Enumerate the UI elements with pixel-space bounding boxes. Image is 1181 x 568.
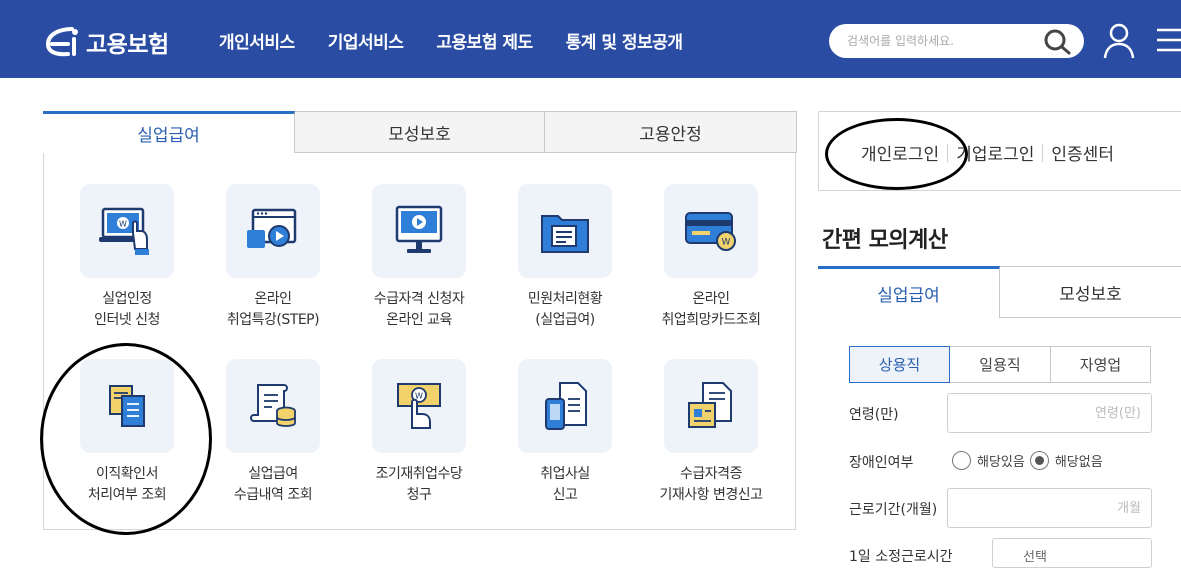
card-icon: W (685, 212, 736, 251)
disability-label: 장애인여부 (849, 455, 914, 471)
service-icon-box (664, 359, 758, 453)
phone-document-icon (545, 382, 587, 430)
service-label-line1: 이직확인서 (96, 466, 158, 482)
certificate-center-link[interactable]: 인증센터 (1051, 140, 1114, 165)
service-item-resignation-confirmation[interactable]: 이직확인서처리여부 조회 (54, 359, 200, 506)
search-icon[interactable] (1040, 27, 1076, 55)
service-label-line1: 실업인정 (102, 291, 152, 307)
service-label-line2: 취업희망카드조회 (661, 312, 761, 328)
service-label-line1: 온라인 (254, 291, 292, 307)
document-change-icon (688, 382, 732, 428)
nav-business-service[interactable]: 기업서비스 (328, 28, 404, 53)
service-item-online-step[interactable]: 온라인취업특강(STEP) (200, 184, 346, 331)
service-label-line1: 수급자격증 (680, 466, 742, 482)
service-icon-box: W (664, 184, 758, 278)
service-icon-box (226, 184, 320, 278)
service-label-line2: (실업급여) (535, 312, 595, 328)
logo-text: 고용보험 (86, 32, 169, 58)
top-header: 고용보험 개인서비스 기업서비스 고용보험 제도 통계 및 정보공개 (0, 0, 1181, 78)
service-item-early-reemployment[interactable]: W 조기재취업수당청구 (346, 359, 492, 506)
service-item-certificate-change[interactable]: 수급자격증기재사항 변경신고 (638, 359, 784, 506)
logo-icon (45, 27, 78, 57)
service-label-line2: 처리여부 조회 (87, 487, 167, 503)
age-label: 연령(만) (849, 407, 899, 423)
login-links: 개인로그인 기업로그인 인증센터 (861, 140, 1114, 165)
login-box: 개인로그인 기업로그인 인증센터 (818, 111, 1181, 191)
service-label-line1: 수급자격 신청자 (373, 291, 465, 307)
service-label-line2: 기재사항 변경신고 (659, 487, 764, 503)
age-input[interactable] (947, 393, 1152, 433)
folder-document-icon (541, 215, 589, 253)
nav-statistics[interactable]: 통계 및 정보공개 (566, 28, 683, 53)
service-label-line2: 취업특강(STEP) (226, 312, 320, 328)
service-label-line2: 온라인 교육 (386, 312, 452, 328)
nav-personal-service[interactable]: 개인서비스 (219, 28, 295, 53)
main-nav: 개인서비스 기업서비스 고용보험 제도 통계 및 정보공개 (219, 28, 716, 53)
tab-maternity-protection[interactable]: 모성보호 (295, 111, 545, 153)
svg-text:W: W (722, 238, 731, 248)
service-icon-box: W (372, 359, 466, 453)
calc-title: 간편 모의계산 (822, 228, 948, 253)
disability-radio-group: 해당있음 해당없음 (952, 451, 1108, 470)
monitor-play-icon (395, 205, 443, 253)
service-label-line1: 실업급여 (248, 466, 298, 482)
service-item-benefit-history[interactable]: 실업급여수급내역 조회 (200, 359, 346, 506)
service-label-line2: 청구 (406, 487, 432, 503)
service-icon-box (80, 359, 174, 453)
user-icon[interactable] (1102, 22, 1136, 60)
daily-hours-label: 1일 소정근로시간 (849, 549, 953, 565)
service-item-complaint-status[interactable]: 민원처리현황 (실업급여) (492, 184, 638, 331)
service-item-unemployment-certification[interactable]: W 실업인정인터넷 신청 (54, 184, 200, 331)
service-label-line1: 온라인 (692, 291, 730, 307)
service-item-employment-report[interactable]: 취업사실신고 (492, 359, 638, 506)
service-label-line1: 취업사실 (540, 466, 590, 482)
service-icon-box (518, 359, 612, 453)
service-item-job-card[interactable]: W 온라인취업희망카드조회 (638, 184, 784, 331)
service-label-line2: 인터넷 신청 (94, 312, 160, 328)
daily-hours-select[interactable]: 선택 (992, 538, 1152, 568)
disability-no-radio[interactable] (1029, 451, 1049, 470)
documents-icon (109, 385, 145, 427)
tab-unemployment-benefit[interactable]: 실업급여 (43, 111, 295, 153)
divider (947, 143, 949, 162)
service-icon-box (226, 359, 320, 453)
calc-tabs: 실업급여 모성보호 (818, 266, 1181, 318)
employment-type-selector: 상용직 일용직 자영업 (849, 346, 1151, 383)
calc-tab-unemployment[interactable]: 실업급여 (818, 266, 1000, 318)
search-box (829, 24, 1084, 58)
service-icon-box (518, 184, 612, 278)
work-period-label: 근로기간(개월) (849, 502, 938, 518)
tab-employment-stability[interactable]: 고용안정 (544, 111, 797, 153)
segment-daily[interactable]: 일용직 (950, 346, 1051, 383)
hamburger-menu-icon[interactable] (1155, 27, 1181, 53)
service-label-line1: 민원처리현황 (527, 291, 603, 307)
logo[interactable]: 고용보험 (42, 22, 169, 62)
search-input[interactable] (847, 31, 1037, 51)
service-icon-box: W (80, 184, 174, 278)
service-label-line1: 조기재취업수당 (375, 466, 463, 482)
segment-self-employed[interactable]: 자영업 (1051, 346, 1151, 383)
disability-yes-label: 해당있음 (977, 455, 1025, 470)
receipt-coins-icon (250, 384, 296, 427)
business-login-link[interactable]: 기업로그인 (956, 140, 1034, 165)
calc-tab-maternity[interactable]: 모성보호 (1000, 266, 1181, 318)
personal-login-link[interactable]: 개인로그인 (861, 140, 939, 165)
hand-money-icon: W (397, 383, 441, 429)
divider (1042, 143, 1044, 162)
disability-yes-radio[interactable] (952, 451, 971, 470)
service-label-line2: 신고 (552, 487, 578, 503)
nav-insurance-system[interactable]: 고용보험 제도 (436, 28, 533, 53)
video-window-icon (247, 208, 297, 248)
service-label-line2: 수급내역 조회 (233, 487, 313, 503)
service-icon-box (372, 184, 466, 278)
laptop-hand-icon: W (99, 207, 149, 255)
service-item-online-education[interactable]: 수급자격 신청자온라인 교육 (346, 184, 492, 331)
segment-regular[interactable]: 상용직 (849, 346, 950, 383)
disability-no-label: 해당없음 (1054, 455, 1103, 470)
svg-text:W: W (119, 220, 127, 229)
work-period-input[interactable] (947, 488, 1152, 528)
service-tabs: 실업급여 모성보호 고용안정 (43, 111, 797, 153)
